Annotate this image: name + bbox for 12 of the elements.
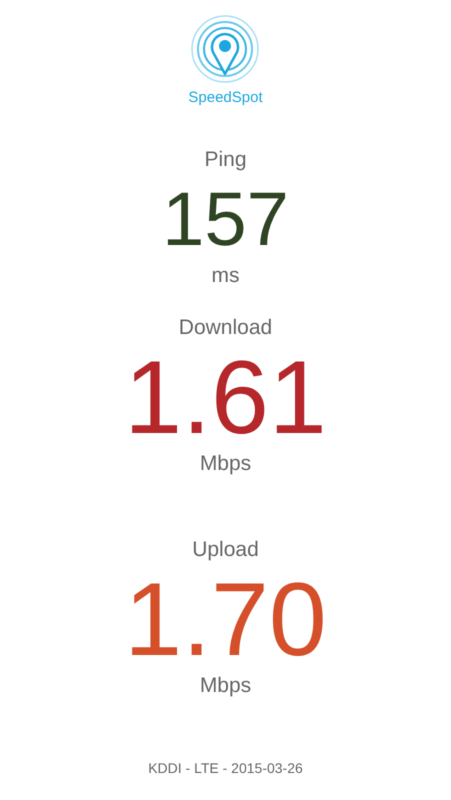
metric-label: Download [178,316,272,340]
metric-unit: Mbps [200,452,252,476]
location-pin-icon [190,14,260,84]
metric-value: 1.70 [124,568,327,672]
metric-value: 1.61 [124,346,327,450]
metric-label: Upload [192,538,259,562]
app-name: SpeedSpot [188,89,263,106]
metric-unit: ms [212,264,240,288]
connection-info: KDDI - LTE - 2015-03-26 [148,760,303,776]
metric-value: 157 [162,182,289,258]
metric-unit: Mbps [200,674,252,698]
metric-label: Ping [204,148,247,172]
